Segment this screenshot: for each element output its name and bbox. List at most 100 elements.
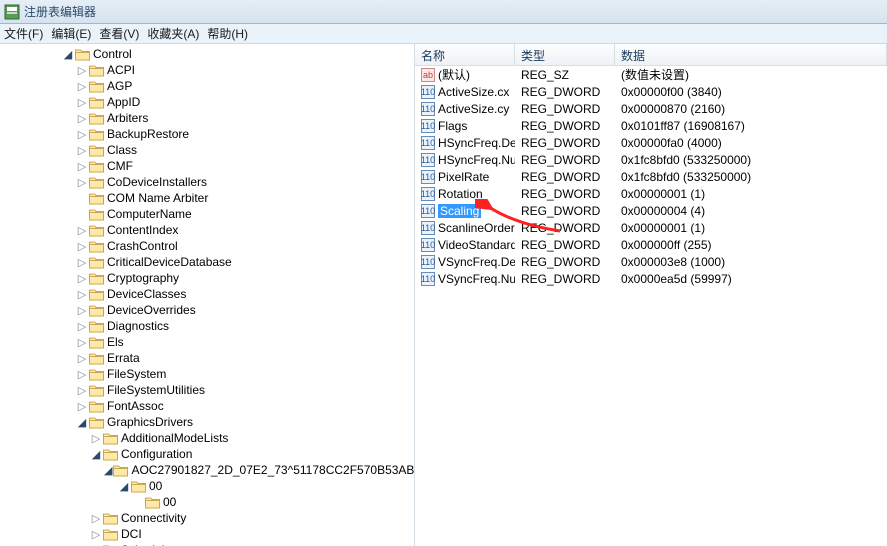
expand-icon[interactable]: ▷ bbox=[76, 160, 88, 173]
tree-item-errata[interactable]: ▷Errata bbox=[4, 350, 414, 366]
tree-item-appid[interactable]: ▷ AppID bbox=[4, 94, 414, 110]
menu-favorites[interactable]: 收藏夹(A) bbox=[147, 25, 199, 42]
expand-icon[interactable]: ▷ bbox=[76, 320, 88, 333]
expand-icon[interactable]: ▷ bbox=[76, 336, 88, 349]
tree-item-agp[interactable]: ▷AGP bbox=[4, 78, 414, 94]
expand-icon[interactable]: ▷ bbox=[76, 96, 88, 109]
folder-icon bbox=[89, 160, 104, 173]
tree-item-filesystem[interactable]: ▷FileSystem bbox=[4, 366, 414, 382]
expand-icon[interactable]: ▷ bbox=[76, 112, 88, 125]
value-data: 0x000000ff (255) bbox=[615, 238, 887, 252]
title-bar[interactable]: 注册表编辑器 bbox=[0, 0, 887, 24]
tree-item-filesystemutilities[interactable]: ▷ FileSystemUtilities bbox=[4, 382, 414, 398]
tree-item-cmf[interactable]: ▷CMF bbox=[4, 158, 414, 174]
tree-item-criticaldevicedatabase[interactable]: ▷ CriticalDeviceDatabase bbox=[4, 254, 414, 270]
expand-icon[interactable]: ▷ bbox=[90, 512, 102, 525]
tree-item-diagnostics[interactable]: ▷Diagnostics bbox=[4, 318, 414, 334]
expand-icon[interactable]: ▷ bbox=[76, 80, 88, 93]
folder-icon bbox=[89, 320, 104, 333]
expand-icon[interactable]: ▷ bbox=[76, 240, 88, 253]
tree-item-deviceclasses[interactable]: ▷DeviceClasses bbox=[4, 286, 414, 302]
expand-icon[interactable]: ▷ bbox=[76, 64, 88, 77]
value-name: VSyncFreq.Den... bbox=[438, 255, 515, 269]
tree-item-arbiters[interactable]: ▷Arbiters bbox=[4, 110, 414, 126]
value-row-activesize-cx[interactable]: 110ActiveSize.cxREG_DWORD0x00000f00 (384… bbox=[415, 83, 887, 100]
collapse-icon[interactable]: ◢ bbox=[62, 48, 74, 61]
expand-icon[interactable]: ▷ bbox=[90, 528, 102, 541]
tree-item-00[interactable]: ◢00 bbox=[4, 478, 414, 494]
tree-item-connectivity[interactable]: ▷Connectivity bbox=[4, 510, 414, 526]
value-row-activesize-cy[interactable]: 110ActiveSize.cyREG_DWORD0x00000870 (216… bbox=[415, 100, 887, 117]
folder-icon bbox=[113, 464, 128, 477]
value-row-hsyncfreq-nu-[interactable]: 110HSyncFreq.Nu...REG_DWORD0x1fc8bfd0 (5… bbox=[415, 151, 887, 168]
tree-item-aoc27901827-2d-07e2-73-51178[interactable]: ◢AOC27901827_2D_07E2_73^51178CC2F570B53A… bbox=[4, 462, 414, 478]
collapse-icon[interactable]: ◢ bbox=[118, 480, 130, 493]
expand-icon[interactable]: ▷ bbox=[76, 304, 88, 317]
col-type[interactable]: 类型 bbox=[515, 44, 615, 65]
expand-icon[interactable]: ▷ bbox=[76, 368, 88, 381]
tree-item-dci[interactable]: ▷DCI bbox=[4, 526, 414, 542]
tree-label: 00 bbox=[163, 495, 176, 509]
expand-icon[interactable]: ▷ bbox=[76, 144, 88, 157]
value-row-rotation[interactable]: 110RotationREG_DWORD0x00000001 (1) bbox=[415, 185, 887, 202]
expand-icon[interactable]: ▷ bbox=[76, 224, 88, 237]
expand-icon[interactable]: ▷ bbox=[76, 352, 88, 365]
tree-item-fontassoc[interactable]: ▷FontAssoc bbox=[4, 398, 414, 414]
tree-item-scheduler[interactable]: ▷Scheduler bbox=[4, 542, 414, 546]
menu-file[interactable]: 文件(F) bbox=[4, 25, 43, 42]
expand-icon[interactable]: ▷ bbox=[90, 432, 102, 445]
key-tree[interactable]: ◢Control▷ACPI▷AGP▷AppID▷Arbiters▷BackupR… bbox=[0, 44, 415, 546]
expand-icon[interactable]: ▷ bbox=[76, 384, 88, 397]
value-type: REG_DWORD bbox=[515, 204, 615, 218]
col-name[interactable]: 名称 bbox=[415, 44, 515, 65]
tree-item-control[interactable]: ◢Control bbox=[4, 46, 414, 62]
value-row-videostandard[interactable]: 110VideoStandardREG_DWORD0x000000ff (255… bbox=[415, 236, 887, 253]
value-data: 0x00000001 (1) bbox=[615, 187, 887, 201]
value-type: REG_DWORD bbox=[515, 153, 615, 167]
expand-icon[interactable]: ▷ bbox=[76, 288, 88, 301]
tree-item-cryptography[interactable]: ▷Cryptography bbox=[4, 270, 414, 286]
value-row-hsyncfreq-den-[interactable]: 110HSyncFreq.Den...REG_DWORD0x00000fa0 (… bbox=[415, 134, 887, 151]
tree-item-class[interactable]: ▷Class bbox=[4, 142, 414, 158]
col-data[interactable]: 数据 bbox=[615, 44, 887, 65]
expand-icon[interactable]: ▷ bbox=[76, 256, 88, 269]
collapse-icon[interactable]: ◢ bbox=[90, 448, 102, 461]
tree-label: CoDeviceInstallers bbox=[107, 175, 207, 189]
tree-label: FileSystemUtilities bbox=[107, 383, 205, 397]
value-row--[interactable]: ab(默认)REG_SZ(数值未设置) bbox=[415, 66, 887, 83]
tree-item-com-name-arbiter[interactable]: COM Name Arbiter bbox=[4, 190, 414, 206]
collapse-icon[interactable]: ◢ bbox=[76, 416, 88, 429]
value-row-pixelrate[interactable]: 110PixelRateREG_DWORD0x1fc8bfd0 (5332500… bbox=[415, 168, 887, 185]
expand-icon[interactable]: ▷ bbox=[76, 128, 88, 141]
menu-help[interactable]: 帮助(H) bbox=[207, 25, 248, 42]
string-value-icon: ab bbox=[421, 68, 435, 82]
tree-item-computername[interactable]: ComputerName bbox=[4, 206, 414, 222]
tree-item-00[interactable]: 00 bbox=[4, 494, 414, 510]
menu-view[interactable]: 查看(V) bbox=[99, 25, 139, 42]
expand-icon[interactable]: ▷ bbox=[76, 272, 88, 285]
tree-item-crashcontrol[interactable]: ▷CrashControl bbox=[4, 238, 414, 254]
tree-item-els[interactable]: ▷Els bbox=[4, 334, 414, 350]
tree-item-graphicsdrivers[interactable]: ◢GraphicsDrivers bbox=[4, 414, 414, 430]
value-row-vsyncfreq-den-[interactable]: 110VSyncFreq.Den...REG_DWORD0x000003e8 (… bbox=[415, 253, 887, 270]
value-row-scaling[interactable]: 110ScalingREG_DWORD0x00000004 (4) bbox=[415, 202, 887, 219]
expand-icon[interactable]: ▷ bbox=[76, 400, 88, 413]
collapse-icon[interactable]: ◢ bbox=[104, 464, 112, 477]
folder-icon bbox=[89, 400, 104, 413]
tree-item-codeviceinstallers[interactable]: ▷ CoDeviceInstallers bbox=[4, 174, 414, 190]
menu-edit[interactable]: 编辑(E) bbox=[51, 25, 91, 42]
value-row-vsyncfreq-nu-[interactable]: 110VSyncFreq.Nu...REG_DWORD0x0000ea5d (5… bbox=[415, 270, 887, 287]
tree-label: AppID bbox=[107, 95, 140, 109]
value-row-scanlineordering[interactable]: 110ScanlineOrderingREG_DWORD0x00000001 (… bbox=[415, 219, 887, 236]
tree-item-contentindex[interactable]: ▷ContentIndex bbox=[4, 222, 414, 238]
tree-item-additionalmodelists[interactable]: ▷AdditionalModeLists bbox=[4, 430, 414, 446]
tree-item-configuration[interactable]: ◢Configuration bbox=[4, 446, 414, 462]
tree-label: CriticalDeviceDatabase bbox=[107, 255, 232, 269]
tree-item-deviceoverrides[interactable]: ▷DeviceOverrides bbox=[4, 302, 414, 318]
value-type: REG_DWORD bbox=[515, 221, 615, 235]
expand-icon[interactable]: ▷ bbox=[76, 176, 88, 189]
value-row-flags[interactable]: 110FlagsREG_DWORD0x0101ff87 (16908167) bbox=[415, 117, 887, 134]
value-type: REG_DWORD bbox=[515, 85, 615, 99]
tree-item-acpi[interactable]: ▷ACPI bbox=[4, 62, 414, 78]
tree-item-backuprestore[interactable]: ▷BackupRestore bbox=[4, 126, 414, 142]
